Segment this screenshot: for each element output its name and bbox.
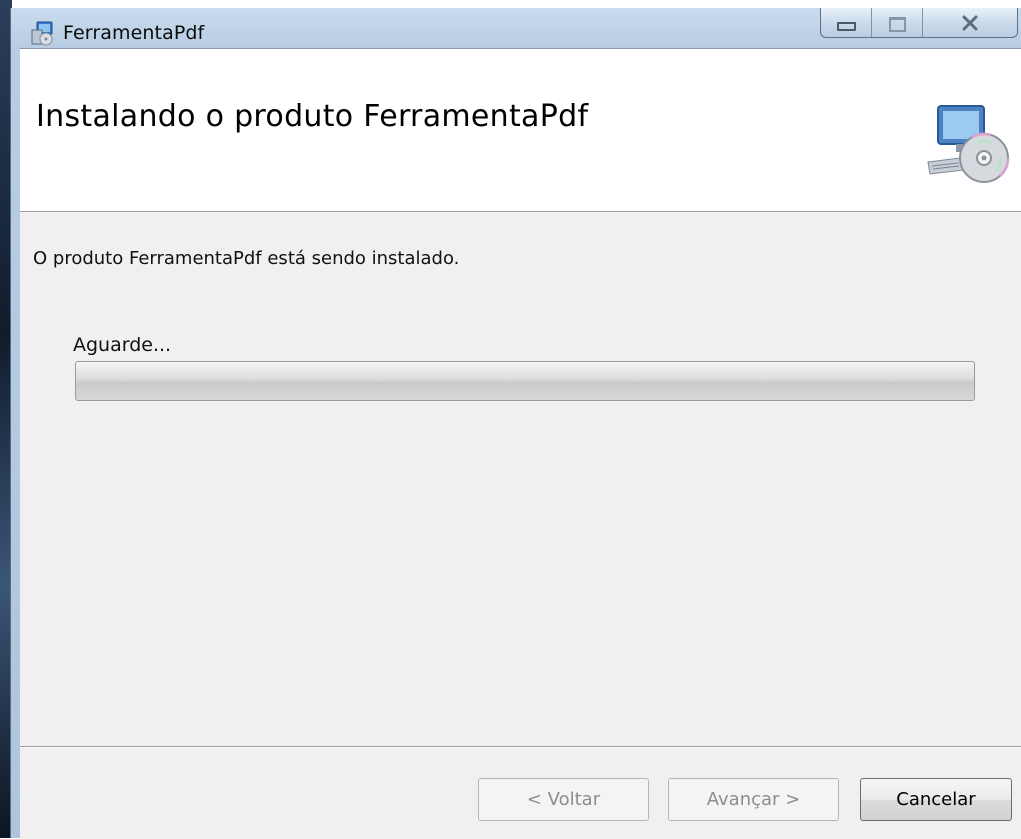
maximize-icon[interactable] (872, 8, 923, 37)
next-button[interactable]: Avançar > (668, 778, 839, 821)
cancel-button[interactable]: Cancelar (860, 778, 1012, 821)
back-button[interactable]: < Voltar (478, 778, 649, 821)
header-banner: Instalando o produto FerramentaPdf (20, 49, 1021, 212)
dialog-client-area: Instalando o produto FerramentaPdf O pro… (20, 48, 1021, 839)
computer-with-disc-icon (927, 105, 1010, 184)
installer-window: FerramentaPdf Instalando o produto Ferra… (10, 8, 1021, 839)
title-bar[interactable]: FerramentaPdf (11, 8, 1021, 48)
footer-divider (20, 746, 1021, 748)
page-title: Instalando o produto FerramentaPdf (36, 99, 589, 134)
window-title: FerramentaPdf (63, 22, 205, 44)
window-controls (820, 8, 1018, 38)
minimize-icon[interactable] (821, 8, 872, 37)
close-x-icon (962, 15, 978, 31)
install-status-text: O produto FerramentaPdf está sendo insta… (33, 248, 460, 269)
install-progress-bar (75, 361, 975, 401)
installer-app-icon (31, 21, 53, 46)
progress-label: Aguarde... (73, 334, 172, 356)
close-icon[interactable] (923, 8, 1018, 37)
